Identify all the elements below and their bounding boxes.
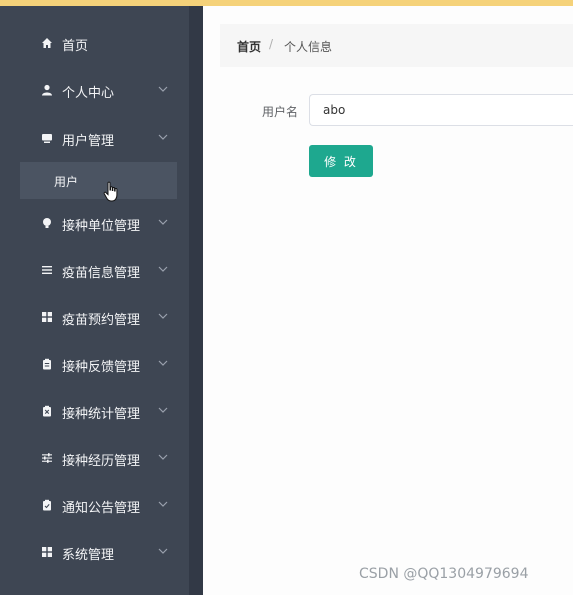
breadcrumb-home[interactable]: 首页	[237, 38, 261, 55]
sidebar-item-vaccination-unit[interactable]: 接种单位管理	[0, 203, 189, 243]
chevron-down-icon	[158, 407, 168, 413]
breadcrumb: 首页 / 个人信息	[220, 24, 573, 67]
sidebar-item-label: 系统管理	[62, 548, 115, 563]
sidebar-item-label: 接种单位管理	[62, 219, 141, 234]
chevron-down-icon	[158, 501, 168, 507]
sidebar-item-vaccination-statistics[interactable]: 接种统计管理	[0, 391, 189, 431]
chevron-down-icon	[158, 360, 168, 366]
sidebar-item-vaccination-feedback[interactable]: 接种反馈管理	[0, 344, 189, 384]
sidebar-item-label: 接种反馈管理	[62, 360, 141, 375]
sidebar-item-system-management[interactable]: 系统管理	[0, 532, 189, 572]
chevron-down-icon	[158, 548, 168, 554]
chevron-down-icon	[158, 86, 168, 92]
sidebar-item-label: 疫苗信息管理	[62, 266, 141, 281]
sidebar-item-label: 通知公告管理	[62, 501, 141, 516]
clipboard-icon	[40, 357, 54, 371]
sidebar-item-label: 接种经历管理	[62, 454, 141, 469]
home-icon	[40, 36, 54, 50]
sidebar-item-label: 首页	[62, 39, 89, 54]
breadcrumb-current: 个人信息	[284, 40, 333, 54]
sliders-icon	[40, 451, 54, 465]
modify-button[interactable]: 修 改	[309, 145, 373, 177]
sidebar-item-label: 疫苗预约管理	[62, 313, 141, 328]
sidebar-item-vaccine-appointment[interactable]: 疫苗预约管理	[0, 297, 189, 337]
clipboard-check-icon	[40, 498, 54, 512]
username-label: 用户名	[262, 105, 299, 119]
sidebar-subitem-user[interactable]: 用户	[20, 162, 177, 199]
sidebar-item-label: 个人中心	[62, 86, 115, 101]
user-icon	[40, 83, 54, 97]
breadcrumb-separator: /	[269, 37, 274, 51]
sidebar-item-home[interactable]: 首页	[0, 23, 189, 63]
sidebar-item-vaccination-history[interactable]: 接种经历管理	[0, 438, 189, 478]
username-input[interactable]	[309, 94, 573, 126]
list-icon	[40, 263, 54, 277]
bulb-icon	[40, 216, 54, 230]
sidebar-gutter	[189, 6, 203, 595]
chevron-down-icon	[158, 266, 168, 272]
grid-icon	[40, 310, 54, 324]
sidebar-item-announcements[interactable]: 通知公告管理	[0, 485, 189, 525]
chevron-down-icon	[158, 219, 168, 225]
grid-icon	[40, 545, 54, 559]
sidebar-item-vaccine-info[interactable]: 疫苗信息管理	[0, 250, 189, 290]
sidebar-item-personal-center[interactable]: 个人中心	[0, 70, 189, 110]
chevron-down-icon	[158, 454, 168, 460]
monitor-icon	[40, 131, 54, 145]
hand-cursor-icon	[103, 181, 118, 202]
watermark: CSDN @QQ1304979694	[359, 566, 529, 582]
chevron-down-icon	[158, 134, 168, 140]
sidebar-subitem-label: 用户	[54, 175, 79, 189]
chevron-down-icon	[158, 313, 168, 319]
sidebar-item-user-management[interactable]: 用户管理	[0, 118, 189, 158]
sidebar-item-label: 用户管理	[62, 134, 115, 149]
clipboard-x-icon	[40, 404, 54, 418]
sidebar-item-label: 接种统计管理	[62, 407, 141, 422]
